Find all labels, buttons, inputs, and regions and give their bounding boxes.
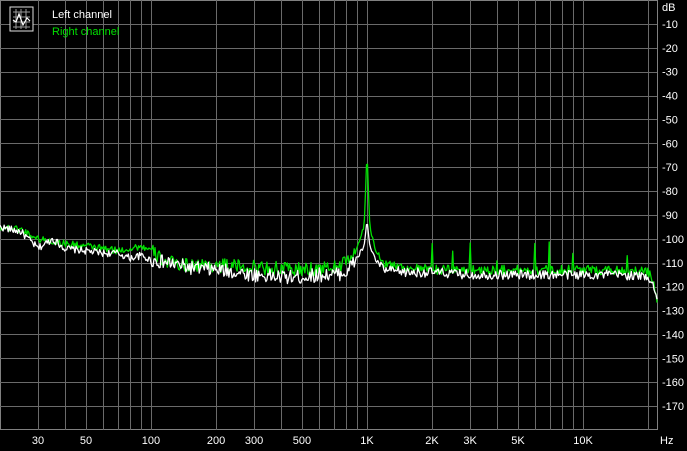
y-tick-label: -50 [662,114,678,126]
y-tick-label: -150 [662,353,684,365]
y-tick-label: -60 [662,138,678,150]
legend-entry-right-channel: Right channel [52,26,119,38]
y-tick-label: -30 [662,67,678,79]
y-tick-label: -70 [662,162,678,174]
y-tick-label: -80 [662,186,678,198]
y-tick-label: -160 [662,377,684,389]
y-tick-label: -40 [662,91,678,103]
x-tick-label: 100 [142,435,160,447]
x-axis-unit-label: Hz [660,435,673,447]
x-tick-label: 10K [573,435,593,447]
y-tick-label: -130 [662,306,684,318]
y-tick-label: -100 [662,234,684,246]
y-tick-label: -120 [662,282,684,294]
y-tick-label: -110 [662,258,683,270]
x-tick-label: 500 [293,435,311,447]
x-tick-label: 50 [80,435,92,447]
y-tick-label: -140 [662,329,684,341]
x-tick-label: 5K [511,435,525,447]
legend-entry-left-channel: Left channel [52,9,112,21]
y-tick-label: -170 [662,401,684,413]
x-tick-label: 3K [463,435,477,447]
y-axis-unit-label: dB [662,2,675,14]
y-tick-label: -10 [662,19,678,31]
x-tick-label: 300 [245,435,263,447]
y-tick-label: -90 [662,210,678,222]
x-tick-label: 30 [32,435,44,447]
x-tick-label: 200 [207,435,225,447]
spectrum-chart: 30 50 100 200 300 500 1K 2K 3K 5K 10K -10 -20 -30 -40… [0,0,687,451]
x-tick-label: 2K [425,435,439,447]
x-tick-label: 1K [360,435,374,447]
y-tick-label: -20 [662,43,678,55]
